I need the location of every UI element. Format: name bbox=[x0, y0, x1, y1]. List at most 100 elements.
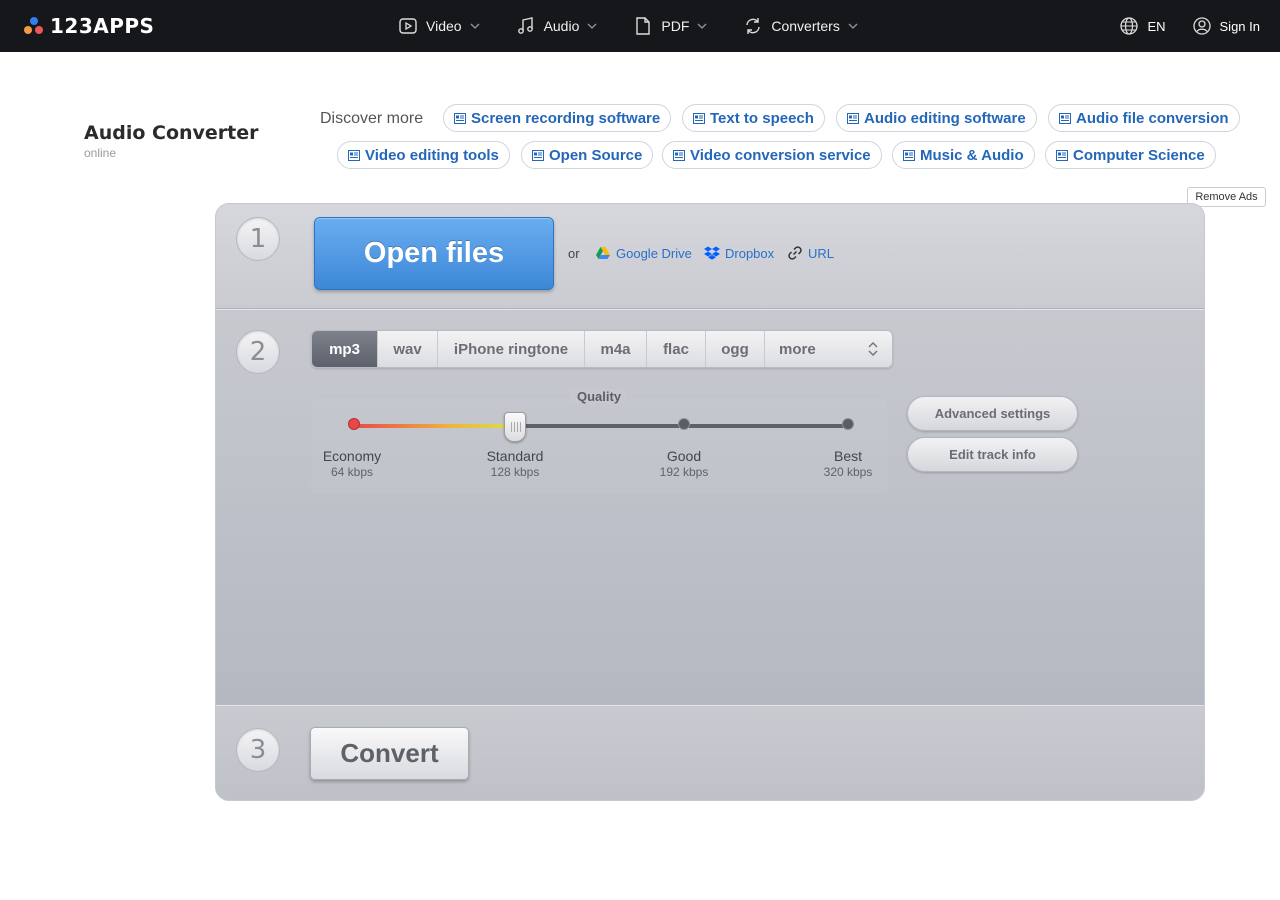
step-3-section: 3 Convert bbox=[216, 705, 1204, 800]
article-icon bbox=[673, 149, 685, 161]
logo[interactable]: 123APPS bbox=[24, 14, 154, 38]
quality-level-rate: 192 kbps bbox=[659, 465, 709, 479]
chip-label: Audio file conversion bbox=[1076, 109, 1229, 127]
article-icon bbox=[348, 149, 360, 161]
article-icon bbox=[847, 112, 859, 124]
step-number: 3 bbox=[236, 728, 280, 772]
music-note-icon bbox=[517, 17, 533, 34]
nav-right: EN Sign In bbox=[1119, 0, 1260, 52]
dropbox-link[interactable]: Dropbox bbox=[704, 245, 774, 261]
format-tab-wav[interactable]: wav bbox=[378, 331, 438, 367]
link-icon bbox=[788, 246, 802, 260]
format-tab-iphone-ringtone[interactable]: iPhone ringtone bbox=[438, 331, 585, 367]
nav-item-audio[interactable]: Audio bbox=[516, 16, 598, 36]
step-1-section: 1 Open files or Google Drive Dropbox URL bbox=[216, 204, 1204, 310]
discover-chip[interactable]: Audio editing software bbox=[836, 104, 1037, 132]
chevron-down-icon bbox=[470, 23, 480, 29]
format-selector: mp3 wav iPhone ringtone m4a flac ogg mor… bbox=[311, 330, 893, 368]
nav-item-pdf[interactable]: PDF bbox=[633, 16, 707, 36]
or-label: or bbox=[568, 246, 580, 261]
format-more-dropdown[interactable]: more bbox=[765, 331, 892, 367]
quality-stop-best[interactable] bbox=[842, 418, 854, 430]
quality-slider-fill bbox=[354, 424, 515, 428]
document-icon bbox=[636, 17, 651, 35]
discover-chip[interactable]: Screen recording software bbox=[443, 104, 672, 132]
step-2-section: 2 mp3 wav iPhone ringtone m4a flac ogg m… bbox=[216, 310, 1204, 705]
chevron-down-icon bbox=[587, 23, 597, 29]
quality-level-standard: Standard 128 kbps bbox=[475, 448, 555, 479]
google-drive-label: Google Drive bbox=[616, 245, 692, 261]
format-tab-flac[interactable]: flac bbox=[647, 331, 706, 367]
edit-track-info-button[interactable]: Edit track info bbox=[907, 437, 1078, 472]
quality-level-best: Best 320 kbps bbox=[808, 448, 888, 479]
sign-in-label: Sign In bbox=[1219, 18, 1260, 34]
globe-icon bbox=[1120, 17, 1139, 35]
advanced-settings-button[interactable]: Advanced settings bbox=[907, 396, 1078, 431]
quality-slider-track[interactable] bbox=[354, 424, 848, 428]
quality-stop-economy[interactable] bbox=[348, 418, 360, 430]
sign-in-button[interactable]: Sign In bbox=[1192, 16, 1260, 36]
format-tab-ogg[interactable]: ogg bbox=[706, 331, 765, 367]
quality-level-name: Good bbox=[666, 448, 702, 464]
quality-level-rate: 64 kbps bbox=[330, 465, 374, 479]
chip-label: Audio editing software bbox=[864, 109, 1026, 127]
chip-label: Screen recording software bbox=[471, 109, 661, 127]
google-drive-icon bbox=[596, 247, 610, 259]
discover-chip[interactable]: Audio file conversion bbox=[1048, 104, 1240, 132]
article-icon bbox=[532, 149, 544, 161]
article-icon bbox=[1056, 149, 1068, 161]
quality-level-economy: Economy 64 kbps bbox=[312, 448, 392, 479]
discover-chip[interactable]: Computer Science bbox=[1045, 141, 1216, 169]
discover-chip[interactable]: Open Source bbox=[521, 141, 654, 169]
page-title: Audio Converter bbox=[84, 122, 259, 144]
main-menu: Video Audio PDF Converters bbox=[398, 0, 894, 52]
discover-chip[interactable]: Video editing tools bbox=[337, 141, 510, 169]
quality-stop-good[interactable] bbox=[678, 418, 690, 430]
nav-item-label: Video bbox=[426, 18, 462, 34]
dropbox-label: Dropbox bbox=[725, 245, 775, 261]
chevron-down-icon bbox=[848, 23, 858, 29]
convert-button[interactable]: Convert bbox=[310, 727, 469, 780]
article-icon bbox=[454, 112, 466, 124]
step-number: 2 bbox=[236, 330, 280, 374]
quality-level-name: Economy bbox=[322, 448, 382, 464]
quality-slider-thumb[interactable] bbox=[504, 412, 526, 442]
nav-item-video[interactable]: Video bbox=[398, 16, 480, 36]
video-icon bbox=[399, 18, 417, 34]
nav-item-label: Audio bbox=[543, 18, 580, 34]
page-subtitle: online bbox=[84, 146, 117, 160]
dropbox-icon bbox=[704, 246, 720, 260]
step-number: 1 bbox=[236, 217, 280, 261]
nav-item-converters[interactable]: Converters bbox=[743, 16, 858, 36]
format-tab-mp3[interactable]: mp3 bbox=[312, 331, 378, 367]
language-selector[interactable]: EN bbox=[1119, 16, 1166, 36]
discover-more-label: Discover more bbox=[320, 110, 424, 127]
logo-text: 123APPS bbox=[50, 14, 155, 38]
article-icon bbox=[1059, 112, 1071, 124]
converter-panel: 1 Open files or Google Drive Dropbox URL… bbox=[215, 203, 1205, 801]
chip-label: Open Source bbox=[549, 146, 643, 164]
discover-chip[interactable]: Video conversion service bbox=[662, 141, 882, 169]
quality-label: Quality bbox=[571, 389, 628, 404]
sort-arrows-icon bbox=[868, 342, 878, 356]
quality-level-rate: 128 kbps bbox=[490, 465, 540, 479]
logo-dots-icon bbox=[24, 16, 44, 36]
nav-item-label: Converters bbox=[771, 18, 840, 34]
chip-label: Video editing tools bbox=[365, 146, 499, 164]
quality-level-rate: 320 kbps bbox=[823, 465, 873, 479]
url-link[interactable]: URL bbox=[787, 245, 834, 261]
google-drive-link[interactable]: Google Drive bbox=[595, 245, 692, 261]
chip-label: Computer Science bbox=[1073, 146, 1205, 164]
chip-label: Music & Audio bbox=[920, 146, 1024, 164]
article-icon bbox=[903, 149, 915, 161]
discover-chip[interactable]: Music & Audio bbox=[892, 141, 1035, 169]
top-navigation-bar: 123APPS Video Audio PDF Converters EN Si… bbox=[0, 0, 1280, 52]
chevron-down-icon bbox=[697, 23, 707, 29]
discover-chip[interactable]: Text to speech bbox=[682, 104, 825, 132]
more-label: more bbox=[779, 340, 816, 358]
url-label: URL bbox=[808, 245, 835, 261]
format-tab-m4a[interactable]: m4a bbox=[585, 331, 647, 367]
article-icon bbox=[693, 112, 705, 124]
quality-panel: Quality Economy 64 kbps Standard 128 kbp… bbox=[311, 389, 888, 494]
open-files-button[interactable]: Open files bbox=[314, 217, 554, 290]
